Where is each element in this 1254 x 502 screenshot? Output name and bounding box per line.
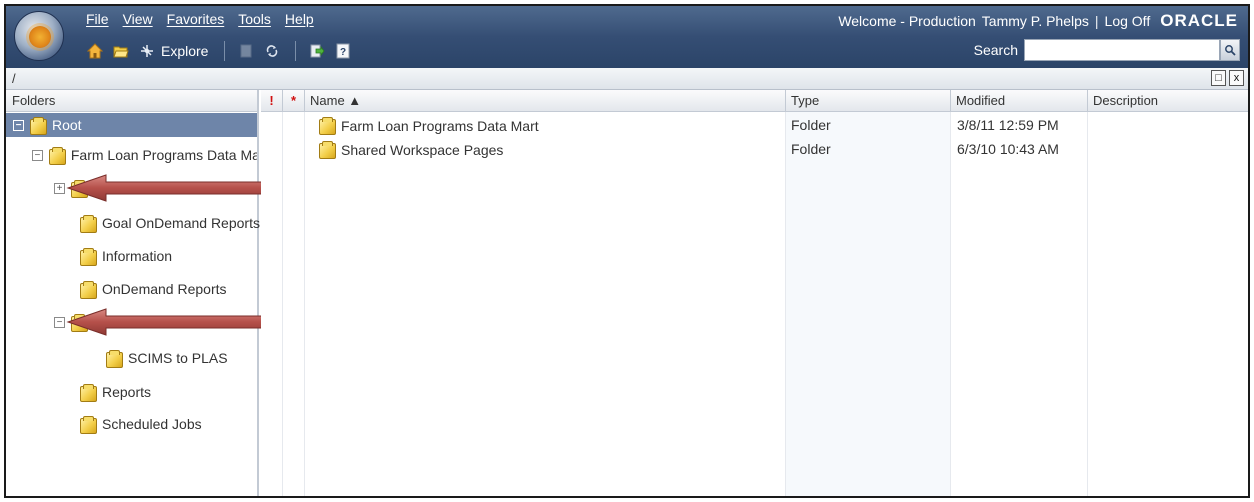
collapse-icon[interactable]: − — [13, 119, 24, 131]
item-modified: 3/8/11 12:59 PM — [957, 117, 1059, 133]
column-background — [305, 112, 786, 496]
toolbar: Explore ? — [86, 39, 360, 63]
explore-icon[interactable] — [138, 42, 156, 60]
tree-item-information[interactable]: Information — [6, 244, 172, 268]
folder-icon — [48, 146, 66, 165]
column-header-row: ! * Name ▲ Type Modified Description — [261, 90, 1248, 112]
folder-icon — [80, 214, 97, 233]
tree-item-label: Information — [102, 248, 173, 264]
tree-item-label: SCIMS to PLAS — [128, 350, 228, 366]
column-required[interactable]: * — [283, 90, 305, 112]
svg-text:?: ? — [340, 47, 346, 58]
logoff-link[interactable]: Log Off — [1105, 13, 1151, 29]
maximize-icon[interactable]: □ — [1211, 70, 1226, 86]
tree-item-scims-to-plas[interactable]: SCIMS to PLAS — [6, 346, 228, 370]
folder-icon — [80, 247, 97, 266]
tree-item-ondemand-reports[interactable]: OnDemand Reports — [6, 277, 227, 301]
column-background — [951, 112, 1088, 496]
column-description[interactable]: Description — [1088, 90, 1248, 112]
menu-bar: File View Favorites Tools Help — [86, 11, 314, 27]
tree-item-label: OnDemand Reports — [102, 281, 227, 297]
expand-icon[interactable]: + — [54, 182, 65, 194]
menu-help[interactable]: Help — [285, 11, 314, 27]
explore-button[interactable]: Explore — [161, 43, 208, 59]
menu-tools[interactable]: Tools — [238, 11, 271, 27]
path-bar: / □ x — [6, 68, 1248, 90]
column-type[interactable]: Type — [786, 90, 951, 112]
tree-item-label: Goal OnDemand Reports — [102, 215, 260, 231]
menu-view[interactable]: View — [123, 11, 153, 27]
menu-file[interactable]: File — [86, 11, 109, 27]
menu-favorites[interactable]: Favorites — [167, 11, 225, 27]
tree-item-label: Root — [52, 117, 82, 133]
list-item[interactable]: Shared Workspace Pages Folder 6/3/10 10:… — [261, 138, 1248, 162]
user-bar: Welcome - Production Tammy P. Phelps | L… — [838, 11, 1238, 31]
tree-item-scheduled-jobs[interactable]: Scheduled Jobs — [6, 412, 202, 436]
search-input[interactable] — [1024, 39, 1220, 61]
folders-pane-title: Folders — [6, 90, 257, 112]
tree-item-reports[interactable]: Reports — [6, 380, 151, 404]
annotation-arrow-icon — [66, 174, 270, 202]
toolbar-divider — [295, 41, 297, 61]
toolbar-divider — [224, 41, 226, 61]
document-icon[interactable] — [237, 42, 255, 60]
workspace-logo-icon[interactable] — [14, 11, 64, 61]
open-folder-icon[interactable] — [112, 42, 130, 60]
search-label: Search — [973, 42, 1018, 58]
search-go-icon[interactable] — [1220, 39, 1240, 61]
column-name[interactable]: Name ▲ — [305, 90, 786, 112]
oracle-logo: ORACLE — [1160, 11, 1238, 30]
item-modified: 6/3/10 10:43 AM — [957, 141, 1059, 157]
column-background — [786, 112, 951, 496]
tree-item-root[interactable]: − Root — [6, 113, 257, 137]
item-name: Shared Workspace Pages — [341, 141, 504, 158]
collapse-icon[interactable]: − — [32, 149, 43, 161]
home-icon[interactable] — [86, 42, 104, 60]
column-modified[interactable]: Modified — [951, 90, 1088, 112]
item-name: Farm Loan Programs Data Mart — [341, 117, 539, 134]
current-path: / — [12, 71, 16, 86]
column-background — [261, 112, 283, 496]
folder-icon — [30, 116, 47, 135]
item-type: Folder — [791, 117, 831, 133]
folder-icon — [80, 280, 97, 299]
tree-item-goal-ondemand-reports[interactable]: Goal OnDemand Reports — [6, 211, 260, 235]
app-window: File View Favorites Tools Help Welcome -… — [4, 4, 1250, 498]
content-pane: ! * Name ▲ Type Modified Description Far… — [261, 90, 1248, 496]
folder-icon — [80, 415, 97, 434]
welcome-text: Welcome - Production — [838, 13, 976, 29]
column-background — [283, 112, 305, 496]
column-priority[interactable]: ! — [261, 90, 283, 112]
close-icon[interactable]: x — [1229, 70, 1244, 86]
tree-item-label: Farm Loan Programs Data Ma — [70, 147, 257, 163]
tree-item-label: Reports — [102, 384, 152, 400]
collapse-icon[interactable]: − — [54, 316, 65, 328]
user-name: Tammy P. Phelps — [981, 13, 1089, 29]
folder-icon — [319, 117, 336, 135]
folder-icon — [80, 383, 97, 402]
user-separator: | — [1094, 13, 1099, 29]
folder-icon — [106, 349, 123, 368]
tree-item-farm-loan-programs[interactable]: − Farm Loan Programs Data Ma — [6, 143, 257, 167]
window-buttons: □ x — [1211, 70, 1244, 86]
annotation-arrow-icon — [66, 308, 270, 336]
refresh-icon[interactable] — [263, 42, 281, 60]
tree-item-label: Scheduled Jobs — [102, 416, 202, 432]
app-header: File View Favorites Tools Help Welcome -… — [6, 6, 1248, 68]
search-area: Search — [974, 39, 1240, 61]
help-document-icon[interactable]: ? — [334, 42, 352, 60]
list-item[interactable]: Farm Loan Programs Data Mart Folder 3/8/… — [261, 114, 1248, 138]
import-icon[interactable] — [308, 42, 326, 60]
folders-pane: Folders − Root − Farm Loan Programs Data… — [6, 90, 270, 496]
item-type: Folder — [791, 141, 831, 157]
folder-icon — [319, 141, 336, 159]
